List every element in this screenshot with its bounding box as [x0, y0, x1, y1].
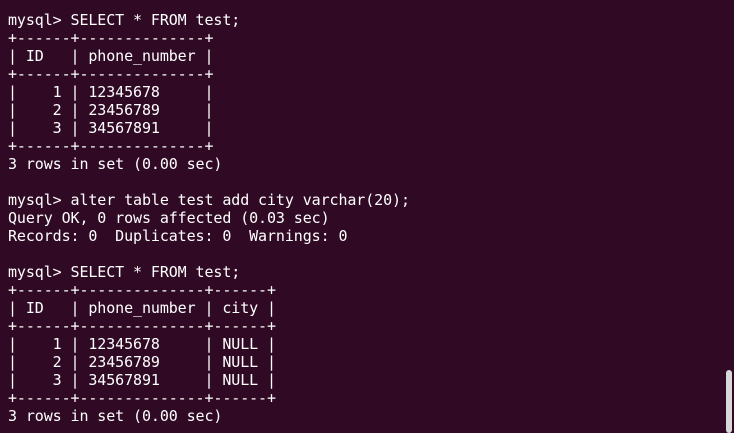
table-border: +------+--------------+------+	[8, 281, 276, 299]
result-summary: 3 rows in set (0.00 sec)	[8, 407, 223, 425]
prompt-line: mysql> alter table test add city varchar…	[8, 191, 410, 209]
table-header: | ID | phone_number | city |	[8, 299, 276, 317]
query-status: Query OK, 0 rows affected (0.03 sec)	[8, 209, 330, 227]
table-row: | 2 | 23456789 | NULL |	[8, 353, 276, 371]
scrollbar-thumb[interactable]	[726, 370, 732, 433]
table-row: | 1 | 12345678 | NULL |	[8, 335, 276, 353]
prompt-line: mysql> SELECT * FROM test;	[8, 11, 241, 29]
query-records: Records: 0 Duplicates: 0 Warnings: 0	[8, 227, 348, 245]
table-border: +------+--------------+------+	[8, 317, 276, 335]
terminal-window[interactable]: mysql> SELECT * FROM test; +------+------…	[0, 0, 734, 433]
table-border: +------+--------------+	[8, 65, 214, 83]
table-border: +------+--------------+	[8, 29, 214, 47]
table-row: | 1 | 12345678 |	[8, 83, 214, 101]
result-summary: 3 rows in set (0.00 sec)	[8, 155, 223, 173]
table-row: | 3 | 34567891 |	[8, 119, 214, 137]
table-row: | 2 | 23456789 |	[8, 101, 214, 119]
vertical-scrollbar[interactable]	[724, 0, 734, 433]
table-border: +------+--------------+	[8, 137, 214, 155]
terminal-output[interactable]: mysql> SELECT * FROM test; +------+------…	[8, 11, 410, 425]
table-row: | 3 | 34567891 | NULL |	[8, 371, 276, 389]
prompt-line: mysql> SELECT * FROM test;	[8, 263, 241, 281]
table-header: | ID | phone_number |	[8, 47, 214, 65]
table-border: +------+--------------+------+	[8, 389, 276, 407]
